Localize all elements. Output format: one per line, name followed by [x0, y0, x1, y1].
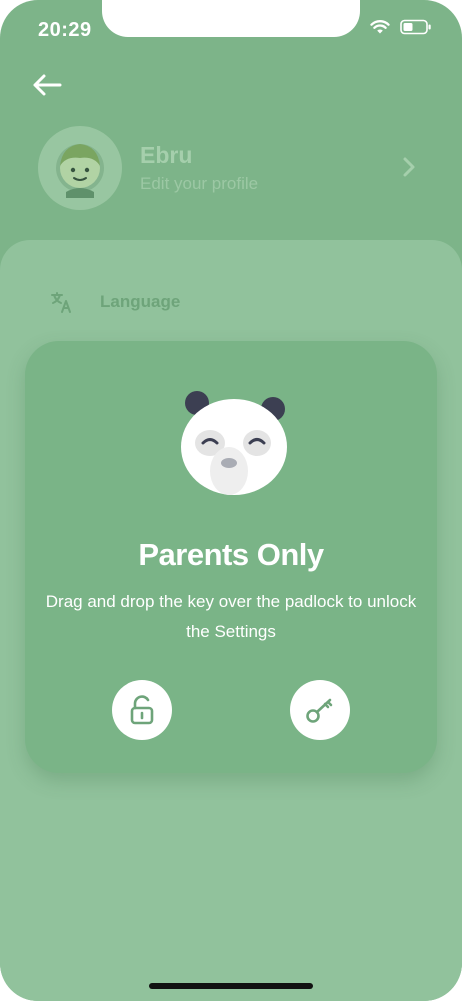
parents-only-description: Drag and drop the key over the padlock t…	[45, 592, 417, 641]
profile-name: Ebru	[140, 142, 193, 168]
battery-icon	[400, 19, 431, 35]
chevron-right-icon	[403, 157, 415, 177]
translate-icon	[51, 292, 71, 313]
wifi-icon	[370, 20, 390, 34]
language-label: Language	[100, 292, 181, 311]
panda-icon	[181, 391, 287, 495]
key-button[interactable]	[290, 680, 350, 740]
status-time: 20:29	[38, 19, 92, 41]
key-icon	[306, 698, 333, 723]
back-button[interactable]	[30, 68, 64, 102]
notch	[102, 0, 360, 37]
profile-row[interactable]: Ebru Edit your profile	[38, 126, 430, 210]
language-row[interactable]: Language	[50, 288, 430, 318]
padlock-icon	[130, 695, 154, 725]
home-indicator	[149, 983, 313, 989]
avatar	[38, 126, 122, 210]
parents-only-title: Parents Only	[138, 537, 324, 572]
phone-screen: 20:29 Ebru Edit your profile Language Pa…	[0, 0, 462, 1001]
parents-only-card: Parents Only Drag and drop the key over …	[25, 341, 437, 773]
edit-profile-label: Edit your profile	[140, 174, 259, 193]
status-icons	[370, 19, 432, 35]
arrow-left-icon	[33, 74, 62, 96]
padlock-button[interactable]	[112, 680, 172, 740]
avatar-face-icon	[56, 144, 104, 198]
